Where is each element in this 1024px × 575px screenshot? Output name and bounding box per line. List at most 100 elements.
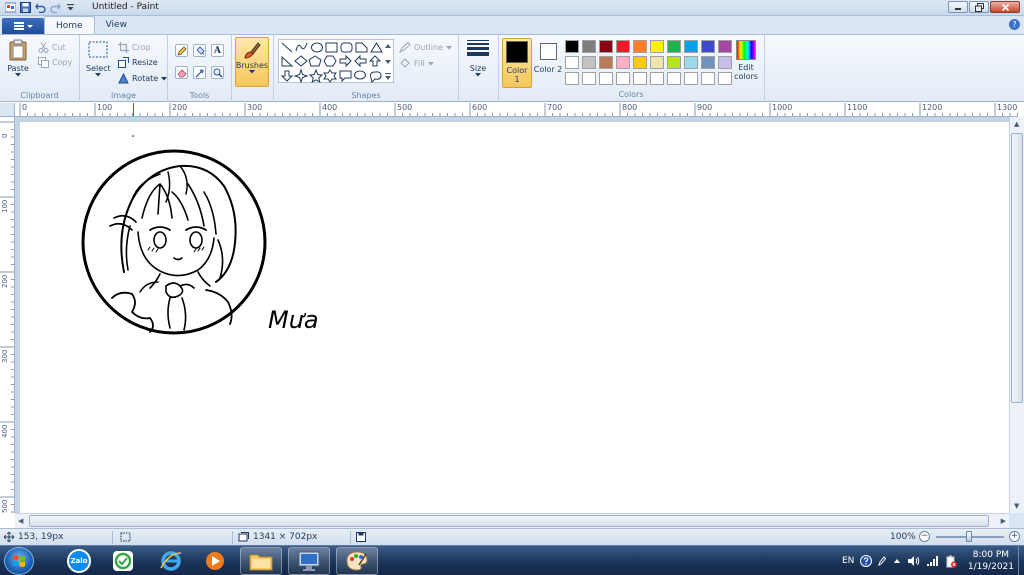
system-clock[interactable]: 8:00 PM 1/19/2021: [968, 549, 1014, 573]
palette-color-swatch[interactable]: [616, 40, 630, 53]
palette-color-swatch[interactable]: [582, 40, 596, 53]
six-point-star-shape-icon[interactable]: [323, 69, 337, 83]
palette-color-swatch[interactable]: [599, 72, 613, 85]
four-point-star-shape-icon[interactable]: [293, 68, 309, 84]
palette-color-swatch[interactable]: [599, 40, 613, 53]
right-triangle-shape-icon[interactable]: [281, 55, 294, 67]
palette-color-swatch[interactable]: [718, 72, 732, 85]
brushes-button[interactable]: Brushes: [235, 37, 269, 87]
more-shapes-icon[interactable]: [385, 73, 391, 74]
five-point-star-shape-icon[interactable]: [308, 68, 324, 84]
scroll-up-arrow-icon[interactable]: ▲: [1014, 120, 1019, 128]
network-signal-icon[interactable]: [926, 555, 940, 567]
resize-button[interactable]: Resize: [118, 57, 158, 68]
magnifier-tool[interactable]: [211, 66, 224, 79]
taskbar-media-player[interactable]: [194, 547, 236, 575]
palette-color-swatch[interactable]: [616, 72, 630, 85]
scroll-down-arrow-icon[interactable]: ▼: [1014, 502, 1019, 510]
file-menu-button[interactable]: [2, 18, 44, 34]
palette-color-swatch[interactable]: [565, 56, 579, 69]
help-icon[interactable]: ?: [1009, 19, 1020, 30]
diamond-shape-icon[interactable]: [294, 55, 308, 67]
taskbar-monitor[interactable]: [288, 547, 330, 575]
right-arrow-shape-icon[interactable]: [339, 54, 352, 68]
help-tray-icon[interactable]: [860, 555, 873, 567]
palette-color-swatch[interactable]: [684, 40, 698, 53]
palette-color-swatch[interactable]: [667, 56, 681, 69]
close-button[interactable]: [990, 1, 1020, 13]
drawing-canvas[interactable]: Mưa: [20, 122, 1009, 513]
outline-button[interactable]: Outline: [399, 42, 452, 53]
taskbar-paint[interactable]: [336, 547, 378, 575]
pen-tray-icon[interactable]: [877, 555, 887, 567]
palette-color-swatch[interactable]: [650, 72, 664, 85]
crop-button[interactable]: Crop: [118, 42, 151, 53]
palette-color-swatch[interactable]: [701, 40, 715, 53]
line-shape-icon[interactable]: [281, 42, 293, 53]
palette-color-swatch[interactable]: [582, 56, 596, 69]
tab-view[interactable]: View: [95, 16, 138, 34]
text-tool[interactable]: A: [211, 44, 224, 57]
horizontal-scroll-thumb[interactable]: [29, 515, 989, 527]
palette-color-swatch[interactable]: [582, 72, 596, 85]
restore-button[interactable]: [969, 1, 989, 13]
redo-icon[interactable]: [49, 1, 62, 14]
battery-warning-icon[interactable]: [945, 555, 958, 568]
palette-color-swatch[interactable]: [650, 56, 664, 69]
zoom-out-button[interactable]: −: [919, 531, 930, 542]
paint-app-icon[interactable]: [4, 1, 17, 14]
polygon-shape-icon[interactable]: [355, 42, 368, 53]
taskbar-app[interactable]: [102, 547, 144, 575]
palette-color-swatch[interactable]: [633, 72, 647, 85]
palette-color-swatch[interactable]: [565, 72, 579, 85]
palette-color-swatch[interactable]: [701, 72, 715, 85]
vertical-scroll-thumb[interactable]: [1011, 133, 1023, 403]
palette-color-swatch[interactable]: [718, 56, 732, 69]
down-arrow-shape-icon[interactable]: [280, 70, 294, 82]
pentagon-shape-icon[interactable]: [308, 55, 322, 67]
hexagon-shape-icon[interactable]: [323, 55, 337, 67]
pencil-tool[interactable]: [175, 44, 188, 57]
minimize-button[interactable]: [948, 1, 968, 13]
color-2-button[interactable]: Color 2: [533, 38, 563, 88]
customize-toolbar-dropdown-icon[interactable]: [64, 1, 77, 14]
palette-color-swatch[interactable]: [633, 56, 647, 69]
rectangle-shape-icon[interactable]: [325, 42, 338, 53]
paste-button[interactable]: Paste: [7, 39, 29, 77]
color-picker-tool[interactable]: [193, 66, 206, 79]
curve-shape-icon[interactable]: [295, 42, 308, 52]
select-button[interactable]: Select: [86, 39, 111, 77]
scroll-left-arrow-icon[interactable]: ◀: [18, 517, 23, 525]
palette-color-swatch[interactable]: [667, 40, 681, 53]
palette-color-swatch[interactable]: [633, 40, 647, 53]
triangle-shape-icon[interactable]: [370, 42, 383, 53]
palette-color-swatch[interactable]: [565, 40, 579, 53]
oval-callout-shape-icon[interactable]: [354, 70, 366, 80]
scroll-right-arrow-icon[interactable]: ▶: [1001, 517, 1006, 525]
palette-color-swatch[interactable]: [650, 40, 664, 53]
fill-tool[interactable]: [193, 44, 206, 57]
edit-colors-button[interactable]: Edit colors: [733, 40, 759, 81]
volume-icon[interactable]: [907, 555, 920, 567]
zoom-in-button[interactable]: +: [1009, 531, 1020, 542]
canvas-workspace[interactable]: Mưa: [15, 117, 1009, 513]
palette-color-swatch[interactable]: [684, 72, 698, 85]
tab-home[interactable]: Home: [44, 16, 95, 34]
palette-color-swatch[interactable]: [701, 56, 715, 69]
rounded-rectangle-shape-icon[interactable]: [340, 42, 353, 53]
show-desktop-button[interactable]: [1018, 546, 1024, 575]
save-icon[interactable]: [19, 1, 32, 14]
oval-shape-icon[interactable]: [311, 42, 323, 53]
rectangular-callout-shape-icon[interactable]: [339, 70, 352, 83]
left-arrow-shape-icon[interactable]: [354, 54, 367, 68]
rotate-button[interactable]: Rotate: [118, 73, 168, 84]
up-arrow-shape-icon[interactable]: [368, 55, 382, 67]
start-button[interactable]: [4, 547, 34, 575]
color-1-button[interactable]: Color 1: [502, 38, 532, 88]
scroll-down-icon[interactable]: [385, 60, 391, 64]
language-indicator[interactable]: EN: [842, 556, 854, 566]
fill-button[interactable]: Fill: [399, 58, 434, 69]
show-hidden-icons-icon[interactable]: [893, 557, 901, 565]
copy-button[interactable]: Copy: [38, 57, 72, 68]
cloud-callout-shape-icon[interactable]: [370, 71, 382, 83]
